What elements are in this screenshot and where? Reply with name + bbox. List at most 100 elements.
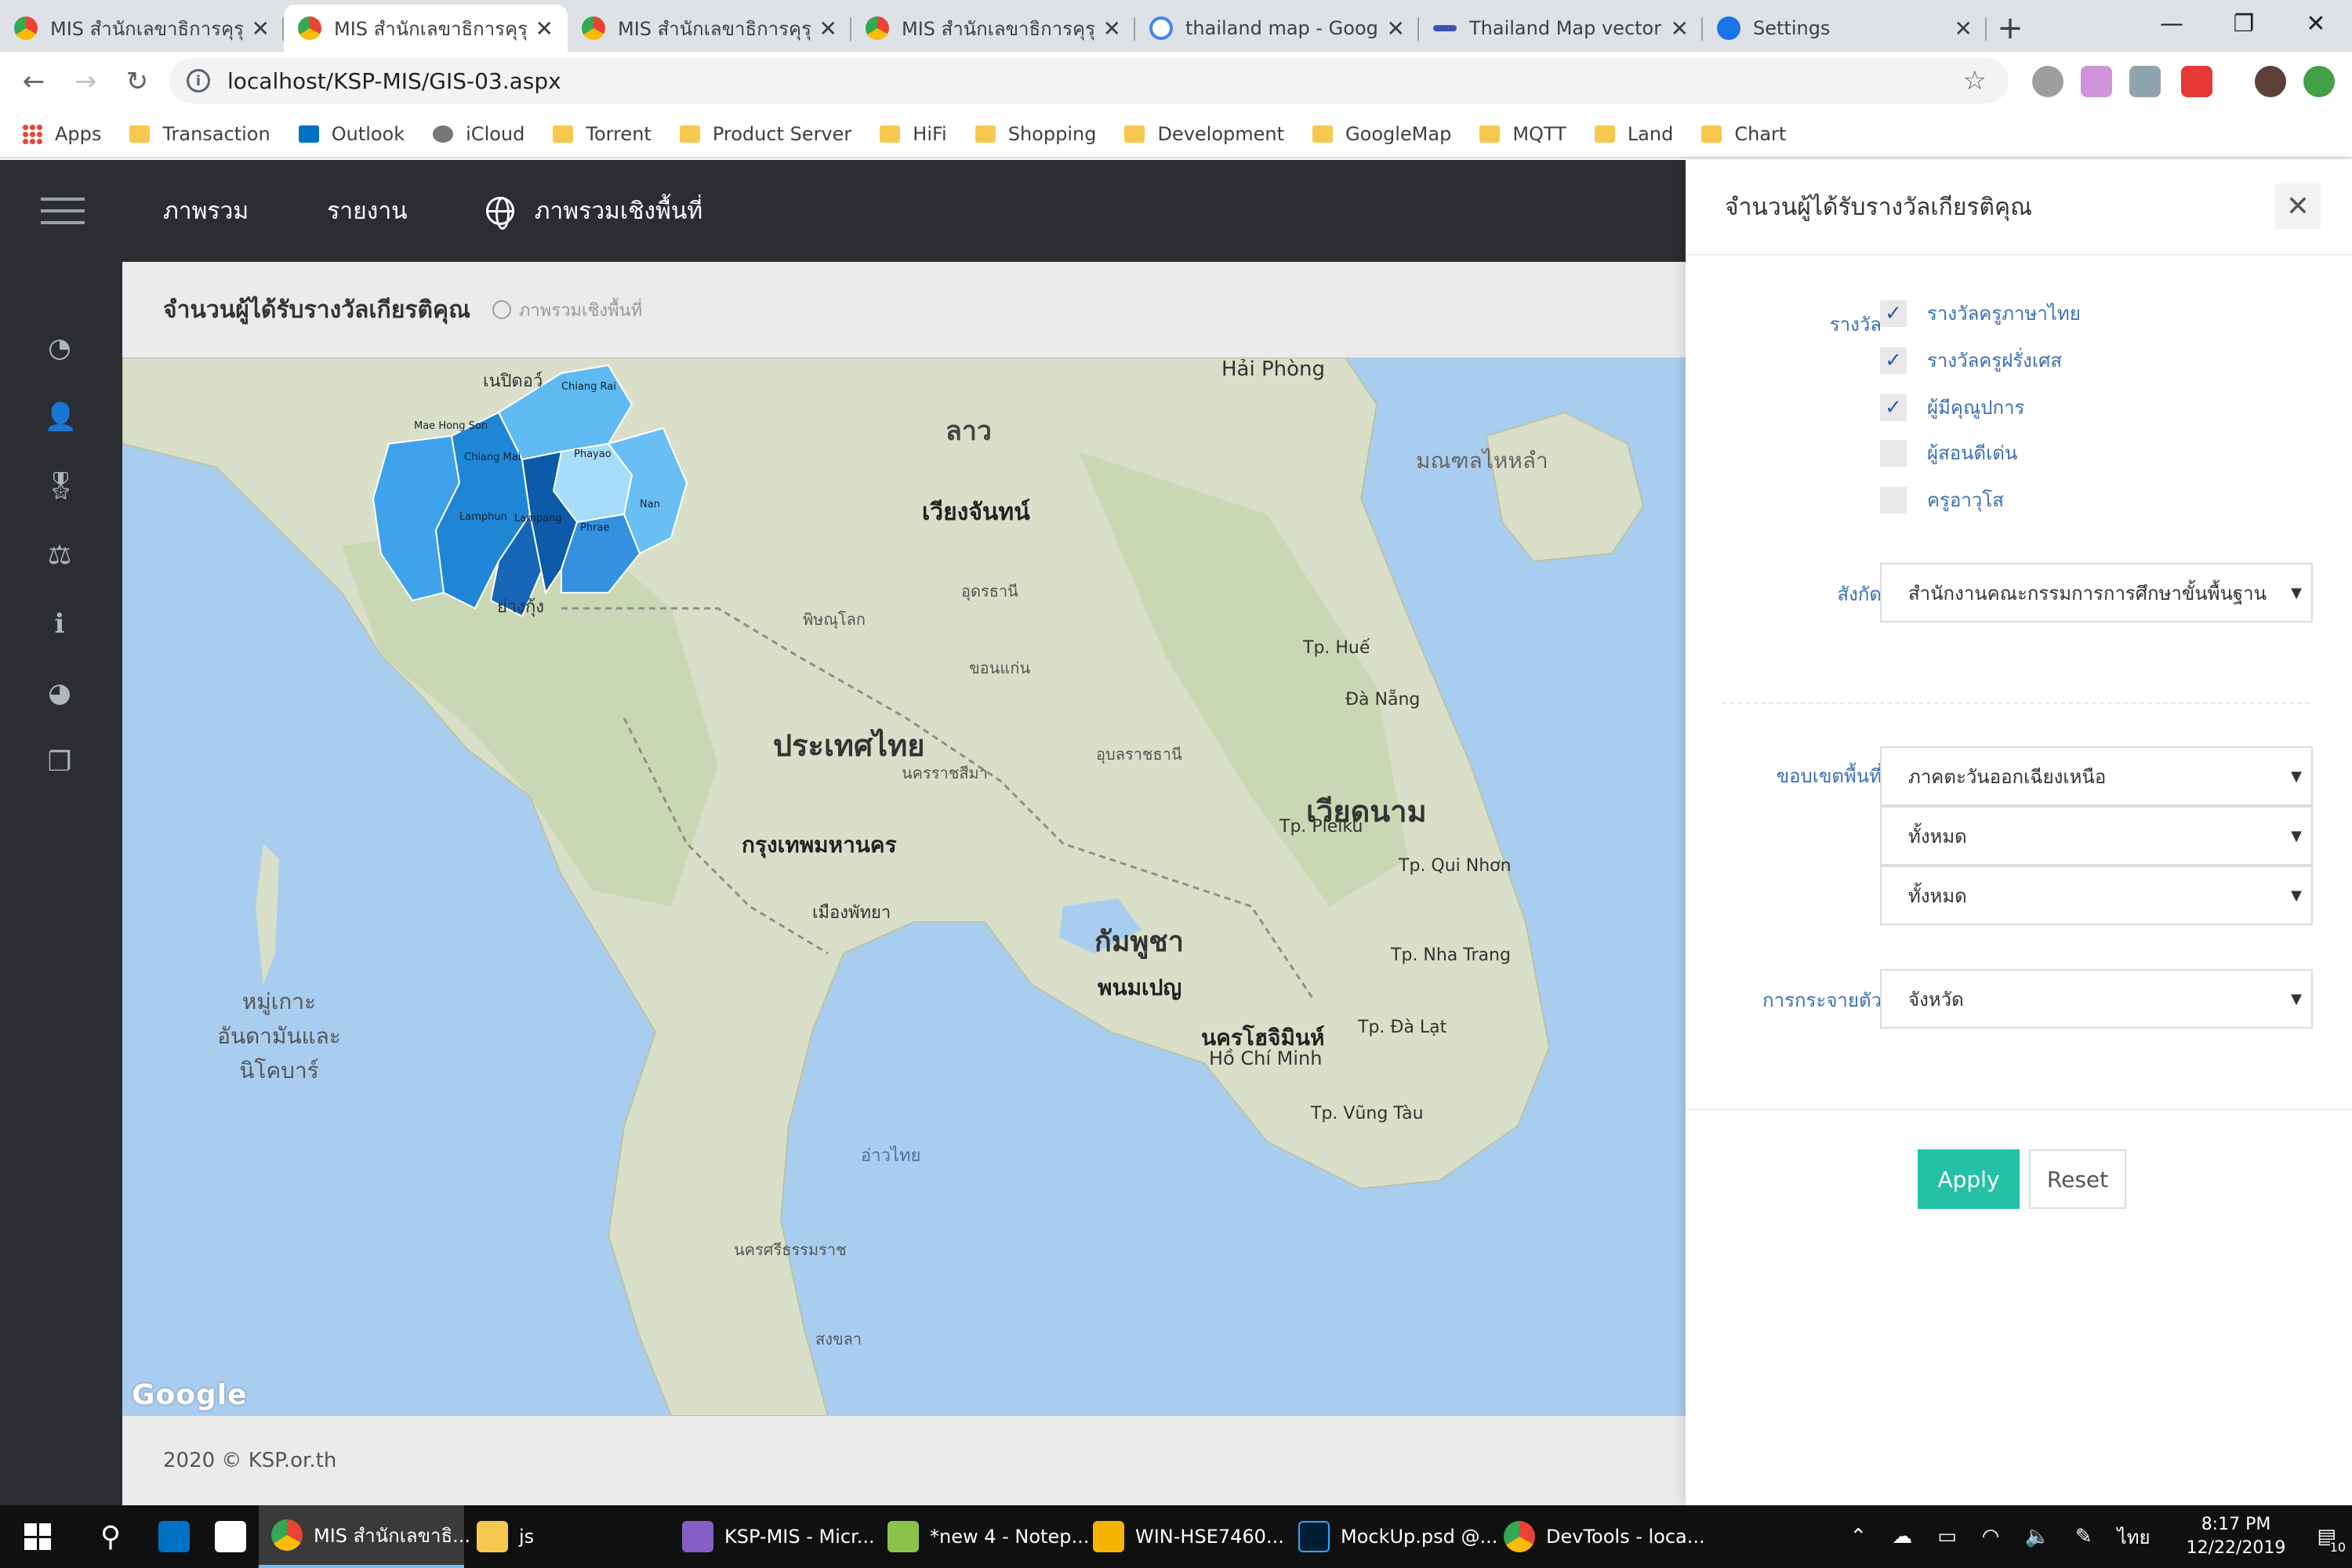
page-title: จำนวนผู้ได้รับรางวัลเกียรติคุณ [163, 296, 470, 324]
award-checkbox[interactable]: ครูอาวุโส [1880, 485, 2004, 515]
bookmark-folder[interactable]: MQTT [1479, 123, 1566, 145]
region-select[interactable]: ภาคตะวันออกเฉียงเหนือ ▼ [1880, 746, 2313, 806]
award-icon[interactable]: 🎖 [44, 470, 78, 502]
nav-report[interactable]: รายงาน [327, 193, 408, 230]
hamburger-menu-icon[interactable] [41, 198, 85, 224]
taskbar-visual-studio[interactable]: KSP-MIS - Micr... [670, 1505, 875, 1568]
bookmark-folder[interactable]: GoogleMap [1312, 123, 1451, 145]
close-tab-icon[interactable]: ✕ [1671, 16, 1689, 42]
start-button[interactable] [0, 1523, 75, 1550]
taskbar-chrome[interactable]: MIS สำนักเลขาธิ... [259, 1505, 470, 1568]
tab-favicon-icon [866, 16, 889, 40]
search-icon[interactable]: ⚲ [75, 1521, 146, 1553]
info-box-icon[interactable]: ℹ [44, 608, 75, 640]
url-text: localhost/KSP-MIS/GIS-03.aspx [227, 67, 561, 94]
cloud-icon[interactable]: ☁ [1892, 1525, 1912, 1548]
restore-icon[interactable]: ❐ [2208, 0, 2280, 47]
award-checkbox[interactable]: ✓ รางวัลครูฝรั่งเศส [1880, 345, 2062, 376]
clock[interactable]: 8:17 PM 12/22/2019 [2187, 1513, 2286, 1560]
browser-tab[interactable]: Settings ✕ [1703, 5, 1987, 52]
pen-icon[interactable]: ✎ [2075, 1525, 2092, 1548]
taskbar-outlook[interactable] [146, 1505, 202, 1568]
chart-pie-icon[interactable]: ◕ [44, 677, 75, 709]
chevron-down-icon: ▼ [2291, 584, 2302, 601]
map-label: เนปิดอว์ [483, 372, 543, 391]
area-label: ขอบเขตพื้นที่ [1776, 765, 1882, 787]
nav-geo-overview[interactable]: ภาพรวมเชิงพื้นที่ [485, 193, 702, 230]
bookmark-folder[interactable]: Land [1594, 123, 1673, 145]
browser-tab[interactable]: MIS สำนักเลขาธิการคุรุสภา✕ [0, 5, 284, 52]
tab-favicon-icon [14, 16, 38, 40]
reset-button[interactable]: Reset [2029, 1149, 2126, 1209]
user-check-icon[interactable]: 👤 [44, 401, 77, 433]
update-icon[interactable] [2303, 66, 2335, 97]
folder-icon [1701, 125, 1722, 143]
bookmark-folder[interactable]: Product Server [679, 123, 851, 145]
taskbar-notepad[interactable]: *new 4 - Notep... [875, 1505, 1089, 1568]
notification-center-icon[interactable]: ▤ 10 [2317, 1525, 2346, 1555]
extension-icon[interactable] [2032, 66, 2063, 97]
balance-scale-icon[interactable]: ⚖ [44, 539, 75, 571]
map-view[interactable]: Mae Hong Son Chiang Rai Chiang Mai Phaya… [122, 358, 1686, 1416]
url-input[interactable]: i localhost/KSP-MIS/GIS-03.aspx ☆ [169, 58, 2009, 103]
apply-button[interactable]: Apply [1918, 1149, 2020, 1209]
browser-tab-active[interactable]: MIS สำนักเลขาธิการคุรุสภา✕ [284, 5, 568, 52]
award-checkbox[interactable]: ผู้สอนดีเด่น [1880, 437, 2017, 468]
bookmark-folder[interactable]: Torrent [553, 123, 652, 145]
close-tab-icon[interactable]: ✕ [1387, 16, 1405, 42]
bookmark-folder[interactable]: Shopping [975, 123, 1096, 145]
taskbar-remote-desktop[interactable]: WIN-HSE7460... [1080, 1505, 1286, 1568]
map-label: พิษณุโลก [803, 610, 866, 629]
info-icon[interactable]: i [187, 69, 210, 93]
bookmark-item[interactable]: iCloud [433, 123, 524, 145]
copy-files-icon[interactable]: ❐ [44, 746, 75, 778]
nav-overview[interactable]: ภาพรวม [163, 193, 249, 230]
bookmark-folder[interactable]: Transaction [129, 123, 270, 145]
province-select[interactable]: ทั้งหมด ▼ [1880, 806, 2313, 866]
bookmark-folder[interactable]: Development [1124, 123, 1284, 145]
close-tab-icon[interactable]: ✕ [252, 16, 270, 42]
back-arrow-icon[interactable]: ← [8, 66, 60, 97]
taskbar-devtools[interactable]: DevTools - loca... [1491, 1505, 1705, 1568]
chevron-up-icon[interactable]: ⌃ [1849, 1525, 1867, 1548]
taskbar-photoshop[interactable]: MockUp.psd @... [1286, 1505, 1497, 1568]
close-tab-icon[interactable]: ✕ [1103, 16, 1121, 42]
extension-icon[interactable] [2129, 66, 2161, 97]
browser-tab[interactable]: MIS สำนักเลขาธิการคุรุสภา✕ [851, 5, 1135, 52]
browser-tab[interactable]: thailand map - Google Search✕ [1135, 5, 1419, 52]
close-panel-button[interactable]: ✕ [2275, 183, 2321, 229]
wifi-icon[interactable]: ◠ [1982, 1525, 2000, 1548]
folder-icon [1479, 125, 1501, 143]
minimize-icon[interactable]: — [2136, 0, 2208, 47]
distribution-label: การกระจายตัว [1762, 989, 1882, 1011]
district-select[interactable]: ทั้งหมด ▼ [1880, 866, 2313, 925]
browser-tab[interactable]: Thailand Map vector free✕ [1419, 5, 1703, 52]
volume-icon[interactable]: 🔈 [2024, 1525, 2049, 1548]
avatar[interactable] [2255, 66, 2286, 97]
taskbar-mail[interactable] [202, 1505, 259, 1568]
breadcrumb-item[interactable]: ภาพรวมเชิงพื้นที่ [519, 296, 642, 324]
forward-arrow-icon[interactable]: → [60, 66, 111, 97]
close-window-icon[interactable]: ✕ [2280, 0, 2352, 47]
affiliation-select[interactable]: สำนักงานคณะกรรมการการศึกษาขั้นพื้นฐาน ▼ [1880, 563, 2313, 622]
extension-icon[interactable] [2181, 66, 2212, 97]
browser-tab[interactable]: MIS สำนักเลขาธิการคุรุสภา✕ [568, 5, 851, 52]
pie-chart-icon[interactable]: ◔ [44, 332, 75, 364]
close-tab-icon[interactable]: ✕ [535, 16, 554, 42]
award-checkbox[interactable]: ✓ รางวัลครูภาษาไทย [1880, 298, 2081, 328]
close-tab-icon[interactable]: ✕ [819, 16, 837, 42]
bookmark-folder[interactable]: Chart [1701, 123, 1786, 145]
extension-icon[interactable] [2081, 66, 2112, 97]
battery-icon[interactable]: ▭ [1937, 1525, 1957, 1548]
distribution-select[interactable]: จังหวัด ▼ [1880, 969, 2313, 1029]
reload-icon[interactable]: ↻ [111, 66, 163, 97]
bookmark-item[interactable]: Outlook [298, 123, 405, 145]
bookmark-star-icon[interactable]: ☆ [1963, 65, 1987, 96]
award-checkbox[interactable]: ✓ ผู้มีคุณูปการ [1880, 392, 2024, 423]
taskbar-folder[interactable]: js [464, 1505, 670, 1568]
new-tab-button[interactable]: + [1987, 5, 2034, 52]
bookmark-folder[interactable]: HiFi [880, 123, 947, 145]
close-tab-icon[interactable]: ✕ [1955, 16, 1973, 42]
input-language[interactable]: ไทย [2118, 1522, 2151, 1552]
bookmark-apps[interactable]: Apps [22, 123, 101, 145]
